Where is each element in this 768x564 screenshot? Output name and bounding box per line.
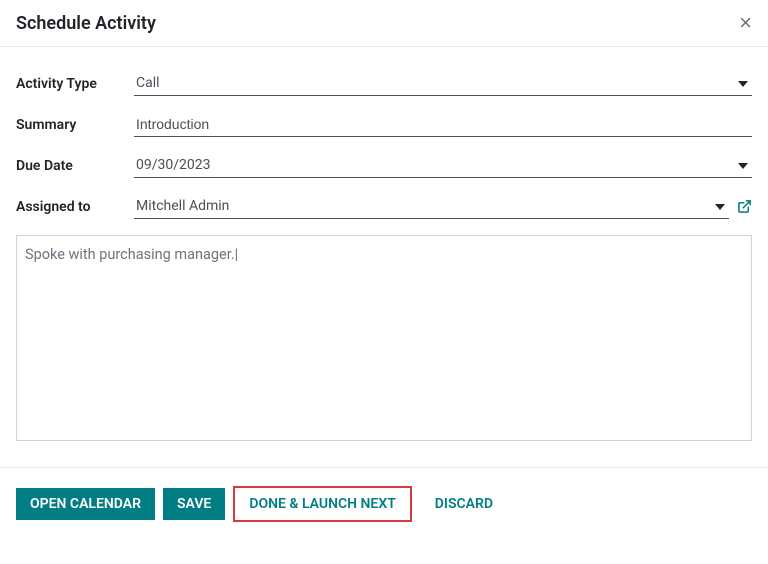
modal-header: Schedule Activity ×	[0, 0, 768, 47]
due-date-row: Due Date 09/30/2023	[16, 153, 752, 178]
assigned-to-select[interactable]: Mitchell Admin	[134, 194, 729, 219]
save-button[interactable]: Save	[163, 488, 225, 520]
activity-type-row: Activity Type Call	[16, 71, 752, 96]
summary-label: Summary	[16, 117, 134, 133]
close-button[interactable]: ×	[739, 12, 752, 34]
assigned-to-field-wrap: Mitchell Admin	[134, 194, 752, 219]
modal-title: Schedule Activity	[16, 13, 156, 34]
modal-footer: Open Calendar Save Done & Launch Next Di…	[0, 467, 768, 540]
open-calendar-button[interactable]: Open Calendar	[16, 488, 155, 520]
activity-type-select[interactable]: Call	[134, 71, 752, 96]
external-link-icon[interactable]	[737, 199, 752, 214]
schedule-activity-modal: Schedule Activity × Activity Type Call S…	[0, 0, 768, 564]
summary-row: Summary	[16, 112, 752, 137]
summary-field-wrap	[134, 112, 752, 137]
activity-type-field-wrap: Call	[134, 71, 752, 96]
notes-textarea[interactable]: Spoke with purchasing manager.	[16, 235, 752, 441]
due-date-field-wrap: 09/30/2023	[134, 153, 752, 178]
discard-button[interactable]: Discard	[420, 487, 508, 521]
modal-body: Activity Type Call Summary Due Date 09/3…	[0, 47, 768, 467]
assigned-to-label: Assigned to	[16, 199, 134, 215]
done-launch-next-button[interactable]: Done & Launch Next	[233, 486, 411, 522]
due-date-input[interactable]: 09/30/2023	[134, 153, 752, 178]
close-icon: ×	[739, 10, 752, 35]
due-date-label: Due Date	[16, 158, 134, 174]
assigned-to-row: Assigned to Mitchell Admin	[16, 194, 752, 219]
summary-input[interactable]	[134, 112, 752, 137]
activity-type-label: Activity Type	[16, 76, 134, 92]
